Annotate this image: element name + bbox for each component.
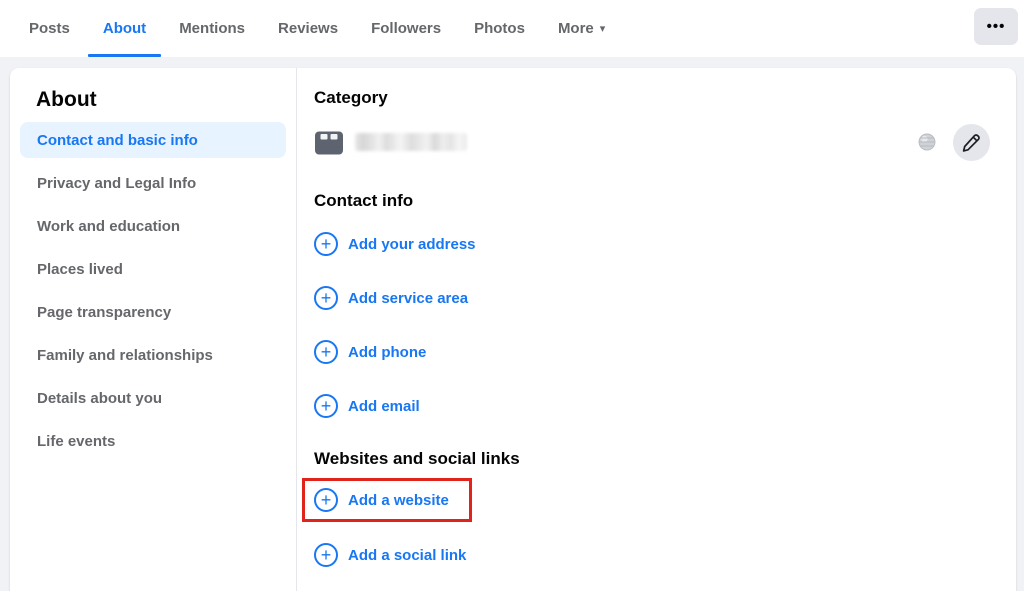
- sidebar-item-label: Places lived: [37, 261, 123, 278]
- tab-label: More: [558, 20, 594, 37]
- contact-info-heading: Contact info: [314, 191, 990, 211]
- action-label: Add email: [348, 398, 420, 415]
- tab-more[interactable]: More ▾: [543, 0, 620, 57]
- add-a-social-link-button[interactable]: + Add a social link: [314, 543, 990, 567]
- sidebar-item-details-about-you[interactable]: Details about you: [20, 377, 286, 420]
- plus-circle-icon: +: [314, 286, 338, 310]
- tab-posts[interactable]: Posts: [14, 0, 85, 57]
- tab-label: Posts: [29, 20, 70, 37]
- tab-label: Mentions: [179, 20, 245, 37]
- about-content: Category: [297, 68, 1016, 591]
- ellipsis-icon: •••: [987, 18, 1006, 35]
- tab-label: Followers: [371, 20, 441, 37]
- page-tab-bar: Posts About Mentions Reviews Followers P…: [0, 0, 1024, 57]
- chevron-down-icon: ▾: [600, 22, 606, 35]
- category-value-redacted: [355, 133, 467, 151]
- sidebar-item-contact-and-basic-info[interactable]: Contact and basic info: [20, 122, 286, 158]
- plus-circle-icon: +: [314, 232, 338, 256]
- sidebar-item-page-transparency[interactable]: Page transparency: [20, 291, 286, 334]
- plus-circle-icon: +: [314, 394, 338, 418]
- sidebar-item-life-events[interactable]: Life events: [20, 420, 286, 463]
- about-sidebar: About Contact and basic info Privacy and…: [10, 68, 297, 591]
- sidebar-item-label: Family and relationships: [37, 347, 213, 364]
- add-email-button[interactable]: + Add email: [314, 394, 990, 418]
- about-card: About Contact and basic info Privacy and…: [10, 68, 1016, 591]
- sidebar-title: About: [36, 88, 286, 112]
- action-label: Add a website: [348, 492, 449, 509]
- sidebar-item-label: Page transparency: [37, 304, 171, 321]
- add-service-area-button[interactable]: + Add service area: [314, 286, 990, 310]
- sidebar-item-places-lived[interactable]: Places lived: [20, 248, 286, 291]
- sidebar-item-privacy-and-legal-info[interactable]: Privacy and Legal Info: [20, 162, 286, 205]
- action-label: Add your address: [348, 236, 476, 253]
- action-label: Add a social link: [348, 547, 466, 564]
- sidebar-item-label: Work and education: [37, 218, 180, 235]
- add-a-website-button[interactable]: + Add a website: [314, 488, 990, 512]
- tab-label: Photos: [474, 20, 525, 37]
- more-options-button[interactable]: •••: [974, 8, 1018, 45]
- tab-mentions[interactable]: Mentions: [164, 0, 260, 57]
- sidebar-item-work-and-education[interactable]: Work and education: [20, 205, 286, 248]
- tab-about[interactable]: About: [88, 0, 161, 57]
- add-phone-button[interactable]: + Add phone: [314, 340, 990, 364]
- briefcase-icon: [314, 129, 344, 156]
- plus-circle-icon: +: [314, 488, 338, 512]
- sidebar-item-label: Life events: [37, 433, 115, 450]
- action-label: Add phone: [348, 344, 426, 361]
- sidebar-item-label: Contact and basic info: [37, 132, 198, 149]
- globe-privacy-icon: [918, 133, 936, 151]
- tab-followers[interactable]: Followers: [356, 0, 456, 57]
- edit-category-button[interactable]: [953, 124, 990, 161]
- sidebar-item-family-and-relationships[interactable]: Family and relationships: [20, 334, 286, 377]
- tab-photos[interactable]: Photos: [459, 0, 540, 57]
- websites-heading: Websites and social links: [314, 449, 990, 469]
- edit-pencil-icon: [961, 132, 982, 153]
- tab-label: Reviews: [278, 20, 338, 37]
- action-label: Add service area: [348, 290, 468, 307]
- sidebar-item-label: Details about you: [37, 390, 162, 407]
- category-heading: Category: [314, 88, 990, 108]
- category-row: [314, 127, 990, 157]
- tab-label: About: [103, 20, 146, 37]
- plus-circle-icon: +: [314, 543, 338, 567]
- plus-circle-icon: +: [314, 340, 338, 364]
- tab-reviews[interactable]: Reviews: [263, 0, 353, 57]
- add-your-address-button[interactable]: + Add your address: [314, 232, 990, 256]
- sidebar-item-label: Privacy and Legal Info: [37, 175, 196, 192]
